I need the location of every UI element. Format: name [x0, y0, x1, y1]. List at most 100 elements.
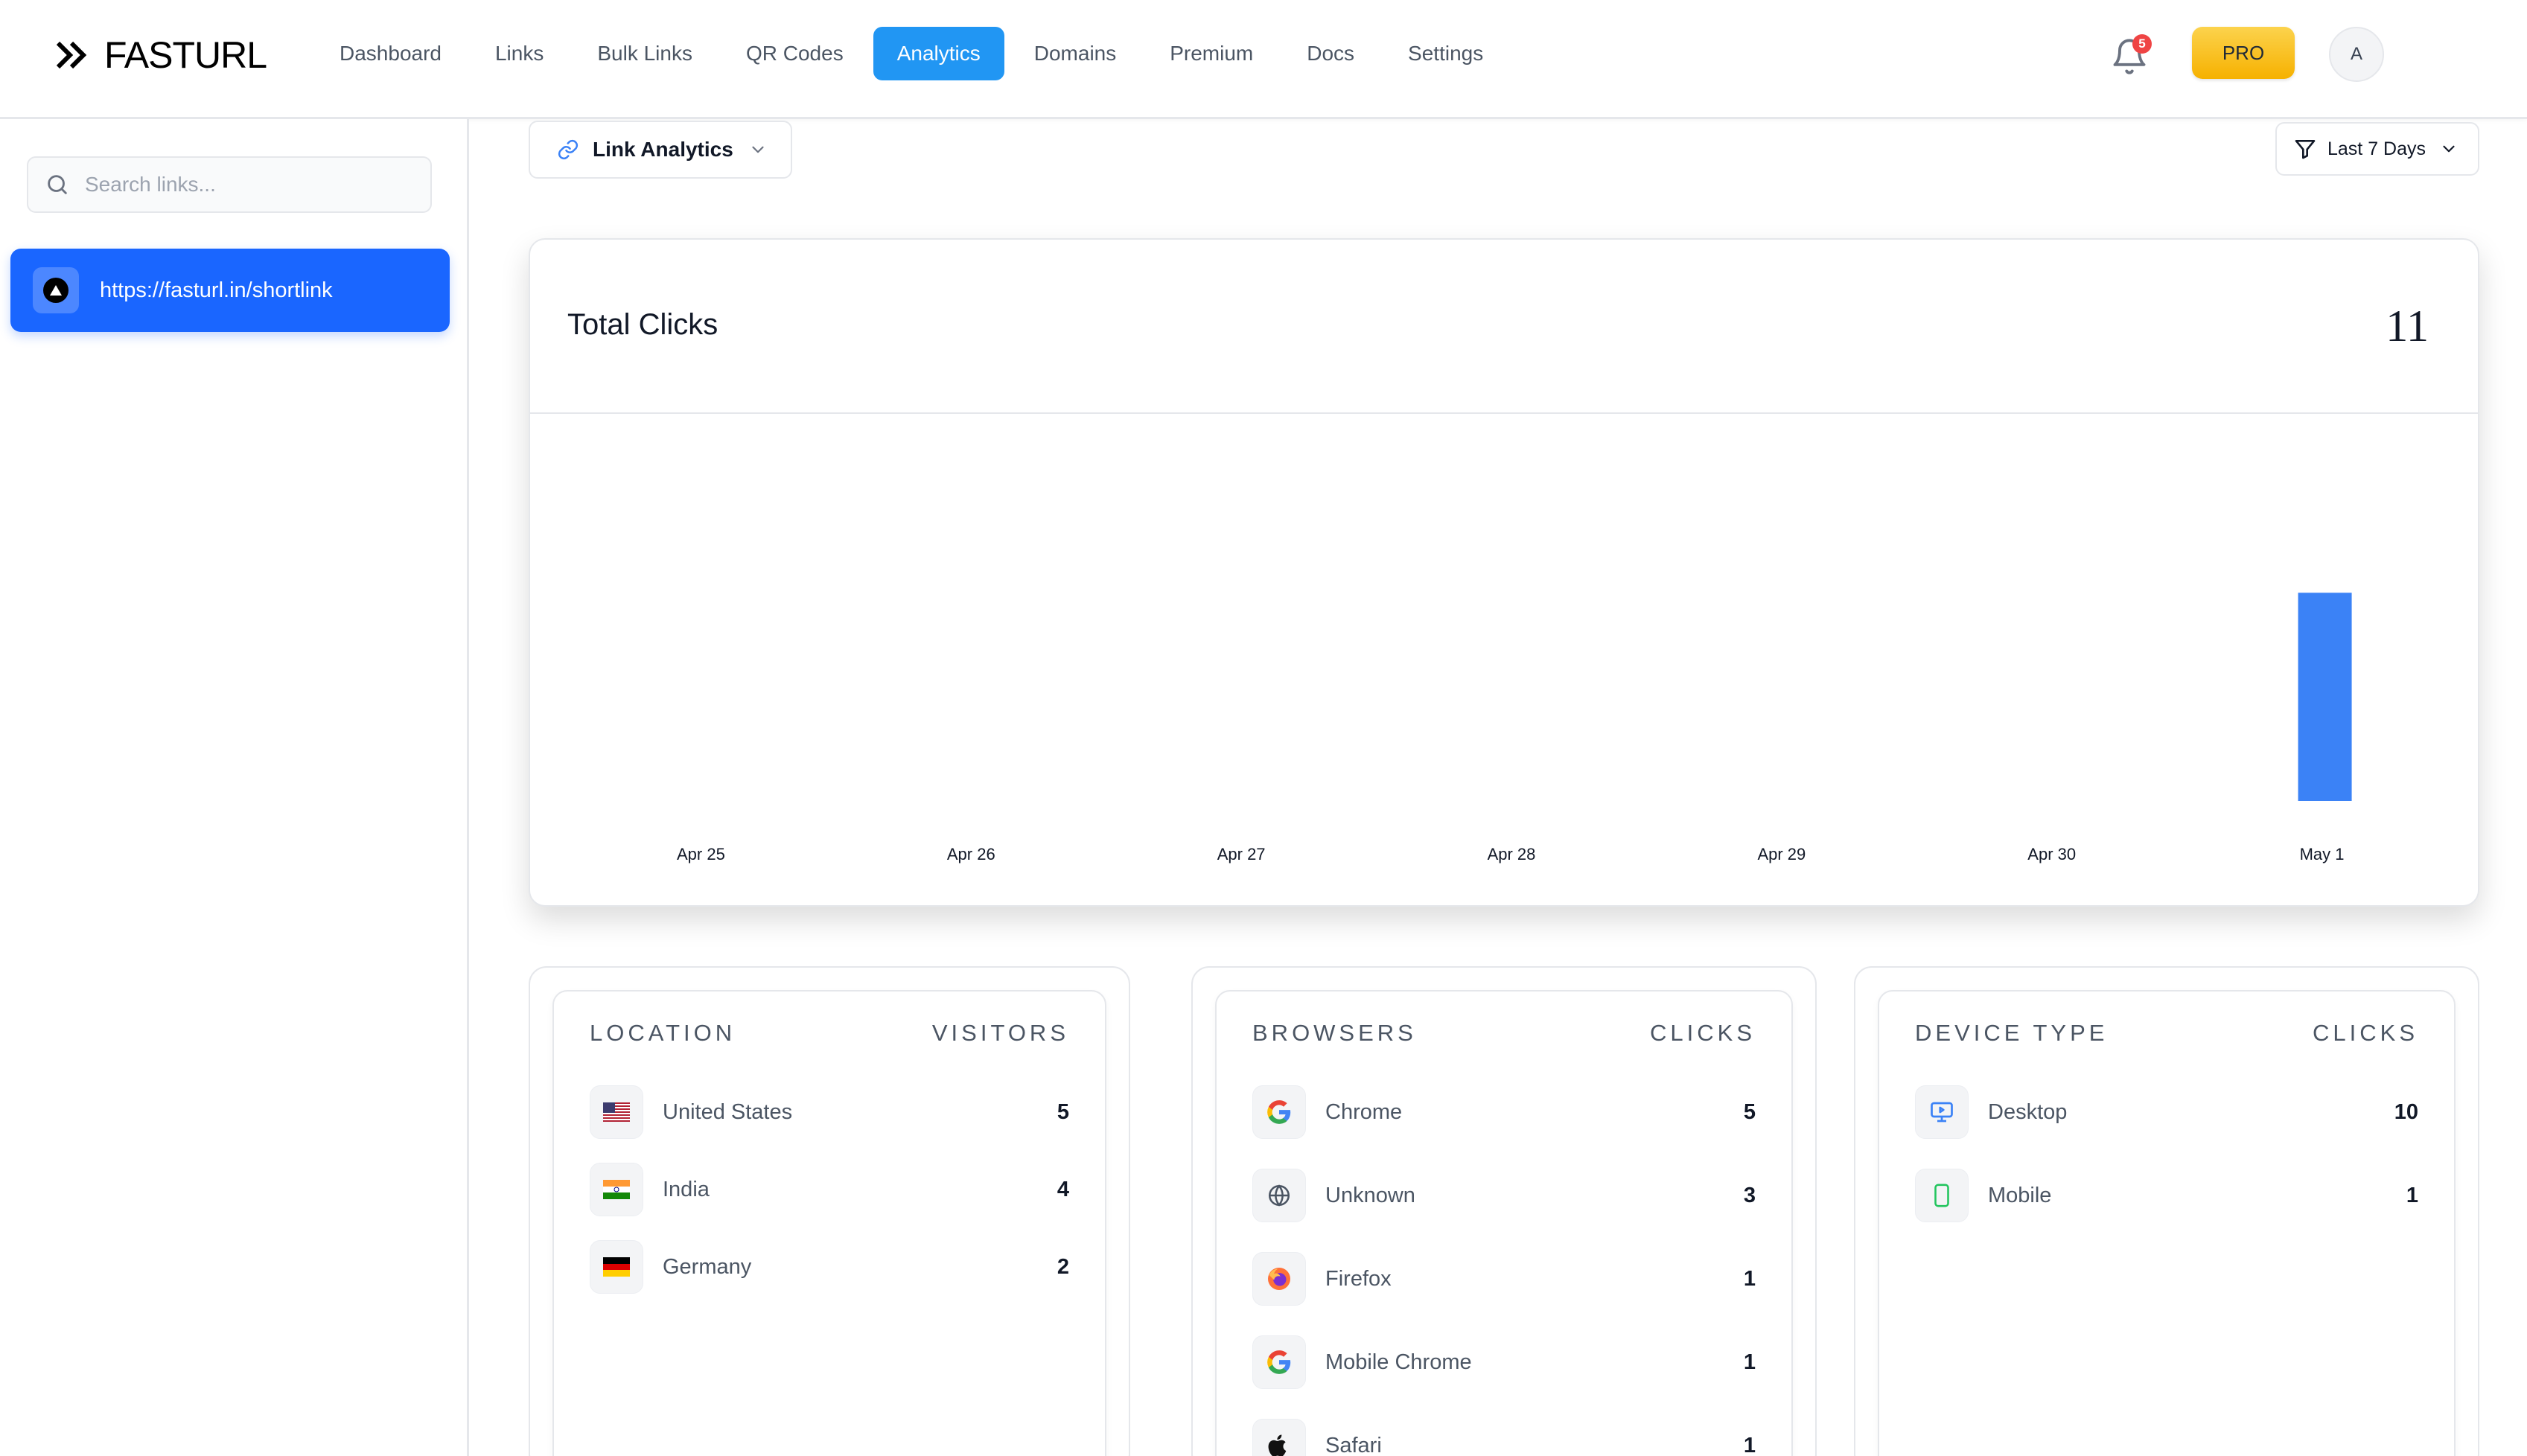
- nav-settings[interactable]: Settings: [1384, 27, 1507, 80]
- nav-premium[interactable]: Premium: [1146, 27, 1277, 80]
- chevron-down-icon: [752, 146, 764, 153]
- firefox-icon: [1252, 1252, 1306, 1306]
- device-name: Mobile: [1988, 1183, 2052, 1207]
- x-tick-label: Apr 26: [947, 845, 995, 863]
- browser-name: Safari: [1325, 1433, 1382, 1456]
- sidebar-link-label: https://fasturl.in/shortlink: [100, 278, 333, 302]
- total-clicks-card: Total Clicks 11 Apr 25 Apr 26 Apr 27 Apr 28…: [529, 238, 2479, 907]
- sidebar: https://fasturl.in/shortlink: [0, 119, 469, 1456]
- mobile-icon: [1915, 1169, 1969, 1222]
- nav-domains[interactable]: Domains: [1010, 27, 1140, 80]
- chevron-down-icon: [2443, 145, 2455, 153]
- link-favicon: [33, 267, 79, 313]
- browser-row[interactable]: Mobile Chrome 1: [1252, 1334, 1756, 1390]
- browser-row[interactable]: Safari 1: [1252, 1417, 1756, 1456]
- browser-name: Chrome: [1325, 1099, 1403, 1124]
- fast-forward-logo-icon: [57, 41, 87, 69]
- x-tick-label: May 1: [2300, 845, 2345, 863]
- nav-bulk-links[interactable]: Bulk Links: [573, 27, 716, 80]
- browser-row[interactable]: Unknown 3: [1252, 1167, 1756, 1224]
- location-row[interactable]: United States 5: [590, 1084, 1069, 1140]
- chrome-icon: [1252, 1085, 1306, 1139]
- browser-value: 1: [1743, 1266, 1756, 1291]
- nav-docs[interactable]: Docs: [1283, 27, 1378, 80]
- brand-name: FASTURL: [104, 34, 267, 76]
- location-name: United States: [663, 1099, 793, 1124]
- location-name: India: [663, 1177, 710, 1201]
- device-type-panel: DEVICE TYPE CLICKS Desktop 10 Mobile 1: [1878, 990, 2456, 1456]
- device-type-header: DEVICE TYPE CLICKS: [1915, 1020, 2418, 1047]
- notification-count-badge: 5: [2132, 34, 2152, 54]
- main-nav: Dashboard Links Bulk Links QR Codes Anal…: [316, 27, 1513, 80]
- location-value: 5: [1057, 1099, 1069, 1124]
- browser-value: 3: [1743, 1183, 1756, 1207]
- browsers-card: BROWSERS CLICKS Chrome 5 Unknown 3 Firef…: [1191, 966, 1817, 1456]
- search-box: [27, 156, 432, 213]
- date-range-label: Last 7 Days: [2327, 138, 2426, 159]
- germany-flag-icon: [590, 1240, 643, 1294]
- india-flag-icon: [590, 1163, 643, 1216]
- location-title: LOCATION: [590, 1020, 736, 1046]
- x-tick-label: Apr 27: [1217, 845, 1266, 863]
- nav-qr-codes[interactable]: QR Codes: [722, 27, 867, 80]
- chart-bar[interactable]: [2298, 593, 2352, 801]
- x-tick-label: Apr 25: [677, 845, 725, 863]
- visitors-column-label: VISITORS: [931, 1020, 1069, 1046]
- x-tick-label: Apr 30: [2027, 845, 2076, 863]
- browsers-title: BROWSERS: [1252, 1020, 1417, 1046]
- browser-value: 1: [1743, 1433, 1756, 1456]
- browser-row[interactable]: Chrome 5: [1252, 1084, 1756, 1140]
- location-name: Germany: [663, 1254, 752, 1279]
- browser-value: 1: [1743, 1350, 1756, 1374]
- desktop-icon: [1915, 1085, 1969, 1139]
- chart-title: Total Clicks: [567, 308, 718, 341]
- triangle-logo-icon: [50, 285, 62, 296]
- sidebar-link-item[interactable]: https://fasturl.in/shortlink: [10, 249, 450, 332]
- nav-dashboard[interactable]: Dashboard: [316, 27, 465, 80]
- browser-row[interactable]: Firefox 1: [1252, 1251, 1756, 1307]
- browser-name: Firefox: [1325, 1266, 1392, 1291]
- search-icon: [48, 175, 67, 194]
- x-tick-label: Apr 29: [1757, 845, 1806, 863]
- device-type-card: DEVICE TYPE CLICKS Desktop 10 Mobile 1: [1854, 966, 2479, 1456]
- us-flag-icon: [590, 1085, 643, 1139]
- clicks-bar-chart: Apr 25 Apr 26 Apr 27 Apr 28 Apr 29 Apr 30 May …: [677, 593, 2352, 863]
- device-name: Desktop: [1988, 1099, 2068, 1124]
- device-value: 1: [2406, 1183, 2418, 1207]
- link-icon: [558, 139, 579, 160]
- notifications-button[interactable]: 5: [2107, 33, 2152, 77]
- location-row[interactable]: India 4: [590, 1161, 1069, 1218]
- device-row[interactable]: Mobile 1: [1915, 1167, 2418, 1224]
- search-input[interactable]: [85, 173, 412, 197]
- chrome-icon: [1252, 1335, 1306, 1389]
- browsers-panel: BROWSERS CLICKS Chrome 5 Unknown 3 Firef…: [1215, 990, 1793, 1456]
- nav-analytics[interactable]: Analytics: [873, 27, 1004, 80]
- location-header: LOCATION VISITORS: [590, 1020, 1069, 1047]
- browser-name: Unknown: [1325, 1183, 1415, 1207]
- logo[interactable]: FASTURL: [57, 33, 267, 77]
- pro-badge-button[interactable]: PRO: [2192, 27, 2295, 79]
- filter-icon: [2295, 140, 2316, 159]
- analytics-type-dropdown[interactable]: Link Analytics: [529, 121, 792, 179]
- browser-name: Mobile Chrome: [1325, 1350, 1472, 1374]
- location-value: 4: [1057, 1177, 1069, 1201]
- clicks-column-label: CLICKS: [2313, 1020, 2418, 1046]
- total-clicks-value: 11: [2386, 301, 2429, 351]
- device-row[interactable]: Desktop 10: [1915, 1084, 2418, 1140]
- x-tick-label: Apr 28: [1488, 845, 1536, 863]
- browser-value: 5: [1743, 1099, 1756, 1124]
- chart-header: Total Clicks 11: [530, 240, 2478, 414]
- date-range-dropdown[interactable]: Last 7 Days: [2275, 122, 2479, 176]
- user-avatar[interactable]: A: [2329, 27, 2384, 82]
- top-header: FASTURL Dashboard Links Bulk Links QR Co…: [0, 0, 2527, 119]
- location-value: 2: [1057, 1254, 1069, 1279]
- nav-links[interactable]: Links: [471, 27, 567, 80]
- location-panel: LOCATION VISITORS United States 5 India …: [552, 990, 1106, 1456]
- apple-icon: [1252, 1419, 1306, 1456]
- location-card: LOCATION VISITORS United States 5 India …: [529, 966, 1130, 1456]
- clicks-column-label: CLICKS: [1650, 1020, 1756, 1046]
- location-row[interactable]: Germany 2: [590, 1239, 1069, 1295]
- device-type-title: DEVICE TYPE: [1915, 1020, 2109, 1046]
- browsers-header: BROWSERS CLICKS: [1252, 1020, 1756, 1047]
- globe-icon: [1252, 1169, 1306, 1222]
